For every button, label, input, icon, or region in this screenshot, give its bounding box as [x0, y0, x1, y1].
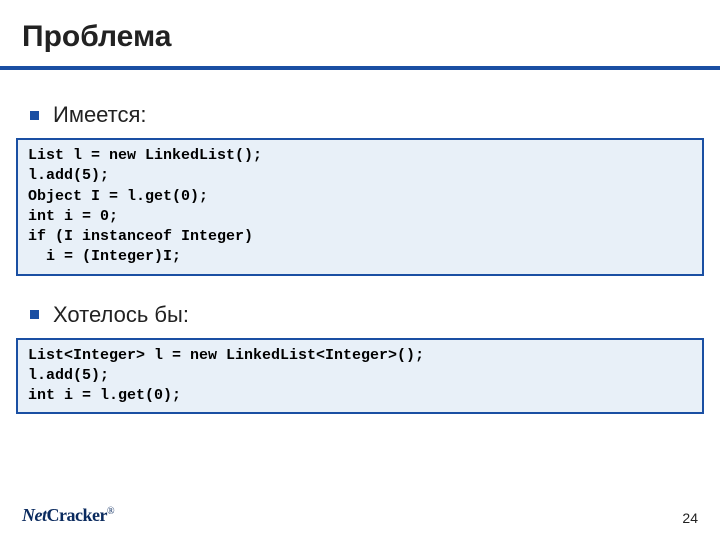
code-block-1: List l = new LinkedList(); l.add(5); Obj… — [16, 138, 704, 276]
code-block-2: List<Integer> l = new LinkedList<Integer… — [16, 338, 704, 415]
bullet-text: Имеется: — [53, 102, 147, 128]
logo-part-net: Net — [22, 505, 47, 525]
slide-footer: NetCracker® 24 — [22, 505, 698, 526]
page-number: 24 — [682, 510, 698, 526]
square-bullet-icon — [30, 111, 39, 120]
title-rule — [0, 66, 720, 70]
netcracker-logo: NetCracker® — [22, 505, 114, 526]
slide-title: Проблема — [22, 20, 698, 54]
bullet-item-2: Хотелось бы: — [22, 302, 698, 328]
square-bullet-icon — [30, 310, 39, 319]
bullet-item-1: Имеется: — [22, 102, 698, 128]
logo-part-cracker: Cracker — [47, 505, 107, 525]
bullet-text: Хотелось бы: — [53, 302, 189, 328]
registered-mark-icon: ® — [107, 506, 114, 517]
